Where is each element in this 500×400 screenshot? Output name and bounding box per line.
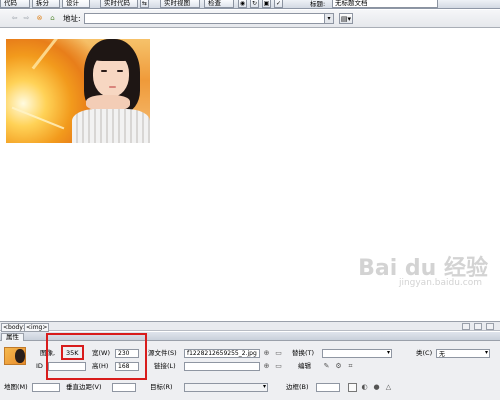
browser-options-icon[interactable]: ▤▾ [339, 13, 353, 24]
resample-icon[interactable] [348, 383, 357, 392]
point-to-file-icon[interactable]: ⊕ [262, 349, 271, 358]
vspace-input[interactable] [112, 383, 136, 392]
design-view-button[interactable]: 设计 [62, 0, 90, 8]
browse-folder-icon[interactable]: ▭ [274, 349, 283, 358]
live-code-button[interactable]: 实时代码 [100, 0, 138, 8]
sharpen-icon[interactable]: △ [384, 383, 393, 392]
browser-navigation-bar: ⇦ ⇨ ⊗ ⌂ 地址: ▾ ▤▾ [0, 10, 500, 28]
hand-tool-icon[interactable] [474, 323, 482, 330]
class-label: 类(C) [416, 349, 433, 357]
edit-label: 编辑 [298, 362, 311, 370]
document-toolbar: 代码 拆分 设计 实时代码 ⇆ 实时视图 检查 ◉ ↻ ▣ ✓ 标题: 无标题文… [0, 0, 500, 9]
preview-in-browser-icon[interactable]: ◉ [238, 0, 247, 8]
split-view-button[interactable]: 拆分 [32, 0, 60, 8]
brightness-icon[interactable]: ◐ [360, 383, 369, 392]
crop-icon[interactable]: ⌗ [346, 362, 355, 371]
tag-img[interactable]: <img> [24, 323, 50, 332]
alt-label: 替换(T) [292, 349, 315, 357]
border-input[interactable] [316, 383, 340, 392]
edit-pencil-icon[interactable]: ✎ [322, 362, 331, 371]
link-label: 链接(L) [154, 362, 176, 370]
selected-image[interactable] [6, 39, 150, 143]
back-arrow-icon[interactable]: ⇦ [10, 14, 19, 23]
home-icon[interactable]: ⌂ [48, 14, 57, 23]
live-view-button[interactable]: 实时视图 [160, 0, 200, 8]
image-thumbnail [4, 347, 26, 365]
src-label: 源文件(S) [148, 349, 177, 357]
link-browse-folder-icon[interactable]: ▭ [274, 362, 283, 371]
optimize-icon[interactable]: ⚙ [334, 362, 343, 371]
title-input[interactable]: 无标题文档 [332, 0, 438, 8]
address-label: 地址: [63, 14, 81, 23]
link-input[interactable] [184, 362, 260, 371]
target-label: 目标(R) [150, 383, 173, 391]
class-select[interactable]: 无 [436, 349, 490, 358]
image-light-ray [11, 106, 65, 130]
image-sweater [72, 109, 150, 143]
size-highlight-box [61, 345, 84, 360]
image-eye [117, 70, 123, 72]
live-code-options-icon[interactable]: ⇆ [140, 0, 149, 8]
validate-markup-icon[interactable]: ✓ [274, 0, 283, 8]
vspace-label: 垂直边距(V) [66, 383, 102, 391]
contrast-icon[interactable]: ● [372, 383, 381, 392]
image-light-ray [31, 39, 63, 70]
zoom-tool-icon[interactable] [486, 323, 494, 330]
class-select-value: 无 [439, 351, 446, 358]
tag-selector-bar: <body> <img> [0, 321, 500, 332]
inspect-button[interactable]: 检查 [204, 0, 234, 8]
address-dropdown-icon[interactable]: ▾ [324, 14, 333, 23]
address-input[interactable]: ▾ [84, 13, 334, 24]
select-tool-icon[interactable] [462, 323, 470, 330]
stop-icon[interactable]: ⊗ [35, 14, 44, 23]
image-bangs [90, 45, 132, 61]
title-label: 标题: [310, 0, 326, 8]
visual-aids-icon[interactable]: ▣ [262, 0, 271, 8]
refresh-design-icon[interactable]: ↻ [250, 0, 259, 8]
code-view-button[interactable]: 代码 [0, 0, 30, 8]
src-input[interactable]: f1228212659255_2.jpg [184, 349, 260, 358]
forward-arrow-icon[interactable]: ⇨ [22, 14, 31, 23]
target-select[interactable] [184, 383, 268, 392]
map-label: 地图(M) [4, 383, 28, 391]
image-eye [101, 70, 107, 72]
id-label: ID [36, 362, 43, 370]
border-label: 边框(B) [286, 383, 309, 391]
alt-select[interactable] [322, 349, 392, 358]
properties-tab[interactable]: 属性 [1, 333, 24, 341]
map-input[interactable] [32, 383, 60, 392]
baidu-watermark-url: jingyan.baidu.com [398, 278, 482, 288]
link-point-to-file-icon[interactable]: ⊕ [262, 362, 271, 371]
image-lips [109, 86, 116, 88]
